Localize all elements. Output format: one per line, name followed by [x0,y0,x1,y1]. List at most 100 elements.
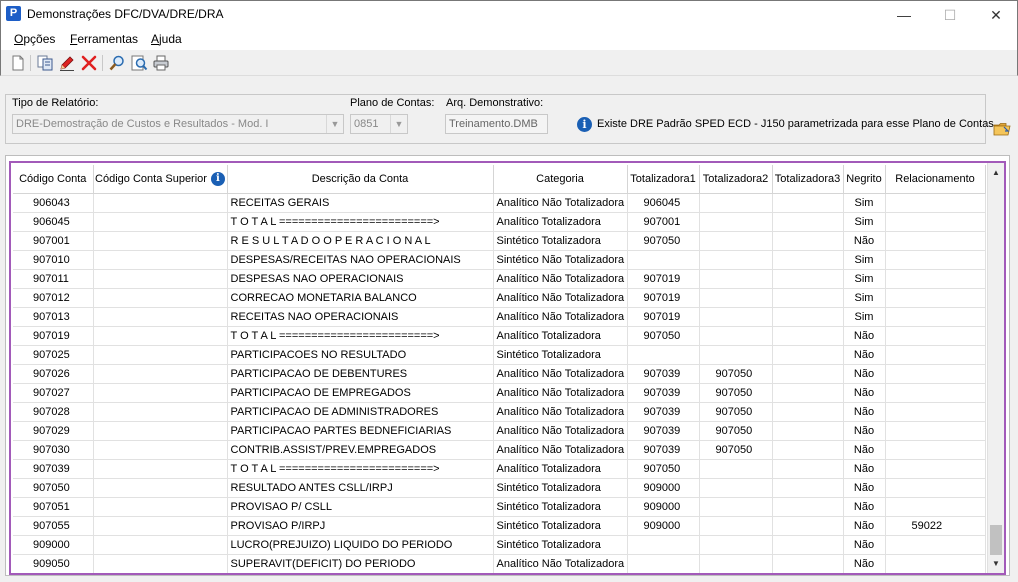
vertical-scrollbar[interactable]: ▲ ▼ [987,163,1004,573]
table-cell[interactable]: 906045 [13,212,94,232]
table-cell[interactable] [885,231,986,251]
table-cell[interactable] [93,478,228,498]
table-cell[interactable]: DESPESAS/RECEITAS NAO OPERACIONAIS [227,250,494,270]
table-cell[interactable]: 907019 [627,307,700,327]
table-cell[interactable]: LUCRO(PREJUIZO) LIQUIDO DO PERIODO [227,535,494,555]
table-cell[interactable] [772,288,844,308]
table-cell[interactable] [627,554,700,573]
edit-pencil-icon[interactable] [58,54,76,72]
table-cell[interactable]: Sim [843,288,886,308]
table-cell[interactable]: 907001 [627,212,700,232]
table-cell[interactable] [93,459,228,479]
table-cell[interactable] [885,307,986,327]
table-cell[interactable] [885,459,986,479]
table-cell[interactable]: T O T A L ========================> [227,326,494,346]
table-cell[interactable] [772,326,844,346]
table-row[interactable]: 906045 T O T A L ========================… [13,212,986,232]
table-cell[interactable]: 909000 [13,535,94,555]
table-cell[interactable] [772,231,844,251]
table-cell[interactable]: 907027 [13,383,94,403]
table-cell[interactable]: 909050 [13,554,94,573]
search-icon[interactable] [108,54,126,72]
table-cell[interactable]: 907039 [627,383,700,403]
table-cell[interactable] [885,478,986,498]
table-row[interactable]: 907051 PROVISAO P/ CSLL Sintético Totaliza… [13,497,986,517]
table-cell[interactable] [885,421,986,441]
menu-ajuda[interactable]: Ajuda [151,32,182,46]
table-cell[interactable] [93,231,228,251]
table-cell[interactable] [772,535,844,555]
menu-ferramentas[interactable]: Ferramentas [70,32,138,46]
table-cell[interactable]: 907050 [699,402,773,422]
table-cell[interactable]: 907030 [13,440,94,460]
table-cell[interactable] [885,554,986,573]
table-cell[interactable] [885,326,986,346]
table-cell[interactable]: Sintético Totalizadora [493,516,628,536]
table-cell[interactable]: SUPERAVIT(DEFICIT) DO PERIODO [227,554,494,573]
table-cell[interactable]: 906045 [627,193,700,213]
table-row[interactable]: 909000 LUCRO(PREJUIZO) LIQUIDO DO PERIODO… [13,535,986,555]
copy-icon[interactable] [36,54,54,72]
table-cell[interactable] [772,364,844,384]
table-cell[interactable] [699,212,773,232]
table-cell[interactable]: Sim [843,250,886,270]
table-cell[interactable] [885,269,986,289]
table-cell[interactable] [93,421,228,441]
table-cell[interactable] [772,307,844,327]
table-row[interactable]: 907025 PARTICIPACOES NO RESULTADO Sintétic… [13,345,986,365]
table-cell[interactable]: Não [843,383,886,403]
table-cell[interactable]: 907013 [13,307,94,327]
table-cell[interactable] [885,402,986,422]
table-cell[interactable] [772,440,844,460]
table-cell[interactable]: 907029 [13,421,94,441]
table-cell[interactable] [772,345,844,365]
table-cell[interactable]: 907039 [627,440,700,460]
table-cell[interactable]: PARTICIPACAO DE EMPREGADOS [227,383,494,403]
table-cell[interactable]: 907050 [627,231,700,251]
table-cell[interactable]: 909000 [627,497,700,517]
table-cell[interactable]: CORRECAO MONETARIA BALANCO [227,288,494,308]
table-cell[interactable]: PARTICIPACAO PARTES BEDNEFICIARIAS [227,421,494,441]
table-cell[interactable]: Sintético Totalizadora [493,535,628,555]
table-cell[interactable] [699,535,773,555]
table-cell[interactable] [699,307,773,327]
table-cell[interactable]: DESPESAS NAO OPERACIONAIS [227,269,494,289]
table-cell[interactable]: 907055 [13,516,94,536]
table-cell[interactable]: CONTRIB.ASSIST/PREV.EMPREGADOS [227,440,494,460]
table-row[interactable]: 907019 T O T A L ========================… [13,326,986,346]
table-cell[interactable]: Sintético Não Totalizadora [493,250,628,270]
table-cell[interactable] [772,478,844,498]
table-cell[interactable]: Analítico Não Totalizadora [493,554,628,573]
table-cell[interactable]: 907050 [627,326,700,346]
table-cell[interactable]: Não [843,440,886,460]
table-cell[interactable]: Analítico Não Totalizadora [493,440,628,460]
table-cell[interactable]: 909000 [627,516,700,536]
table-cell[interactable] [699,288,773,308]
table-cell[interactable] [772,497,844,517]
table-cell[interactable]: Não [843,535,886,555]
maximize-button[interactable]: ☐ [927,1,973,29]
table-cell[interactable]: T O T A L ========================> [227,212,494,232]
table-cell[interactable]: Analítico Não Totalizadora [493,383,628,403]
table-cell[interactable] [699,193,773,213]
table-cell[interactable] [93,250,228,270]
table-row[interactable]: 907050 RESULTADO ANTES CSLL/IRPJ Sintético… [13,478,986,498]
table-cell[interactable] [699,250,773,270]
table-cell[interactable] [699,345,773,365]
table-cell[interactable] [772,193,844,213]
open-folder-icon[interactable] [993,122,1011,136]
table-cell[interactable]: Analítico Totalizadora [493,459,628,479]
table-row[interactable]: 907055 PROVISAO P/IRPJ Sintético Totalizad… [13,516,986,536]
table-cell[interactable]: Sim [843,212,886,232]
table-cell[interactable]: PARTICIPACAO DE ADMINISTRADORES [227,402,494,422]
table-cell[interactable]: Sintético Totalizadora [493,497,628,517]
column-header[interactable]: Categoria [493,165,628,194]
table-cell[interactable]: 907039 [627,402,700,422]
minimize-button[interactable]: — [881,1,927,29]
table-cell[interactable]: Não [843,554,886,573]
table-cell[interactable] [699,269,773,289]
column-header[interactable]: Código Conta [13,165,94,194]
table-cell[interactable] [699,497,773,517]
table-cell[interactable] [627,345,700,365]
table-cell[interactable] [93,345,228,365]
